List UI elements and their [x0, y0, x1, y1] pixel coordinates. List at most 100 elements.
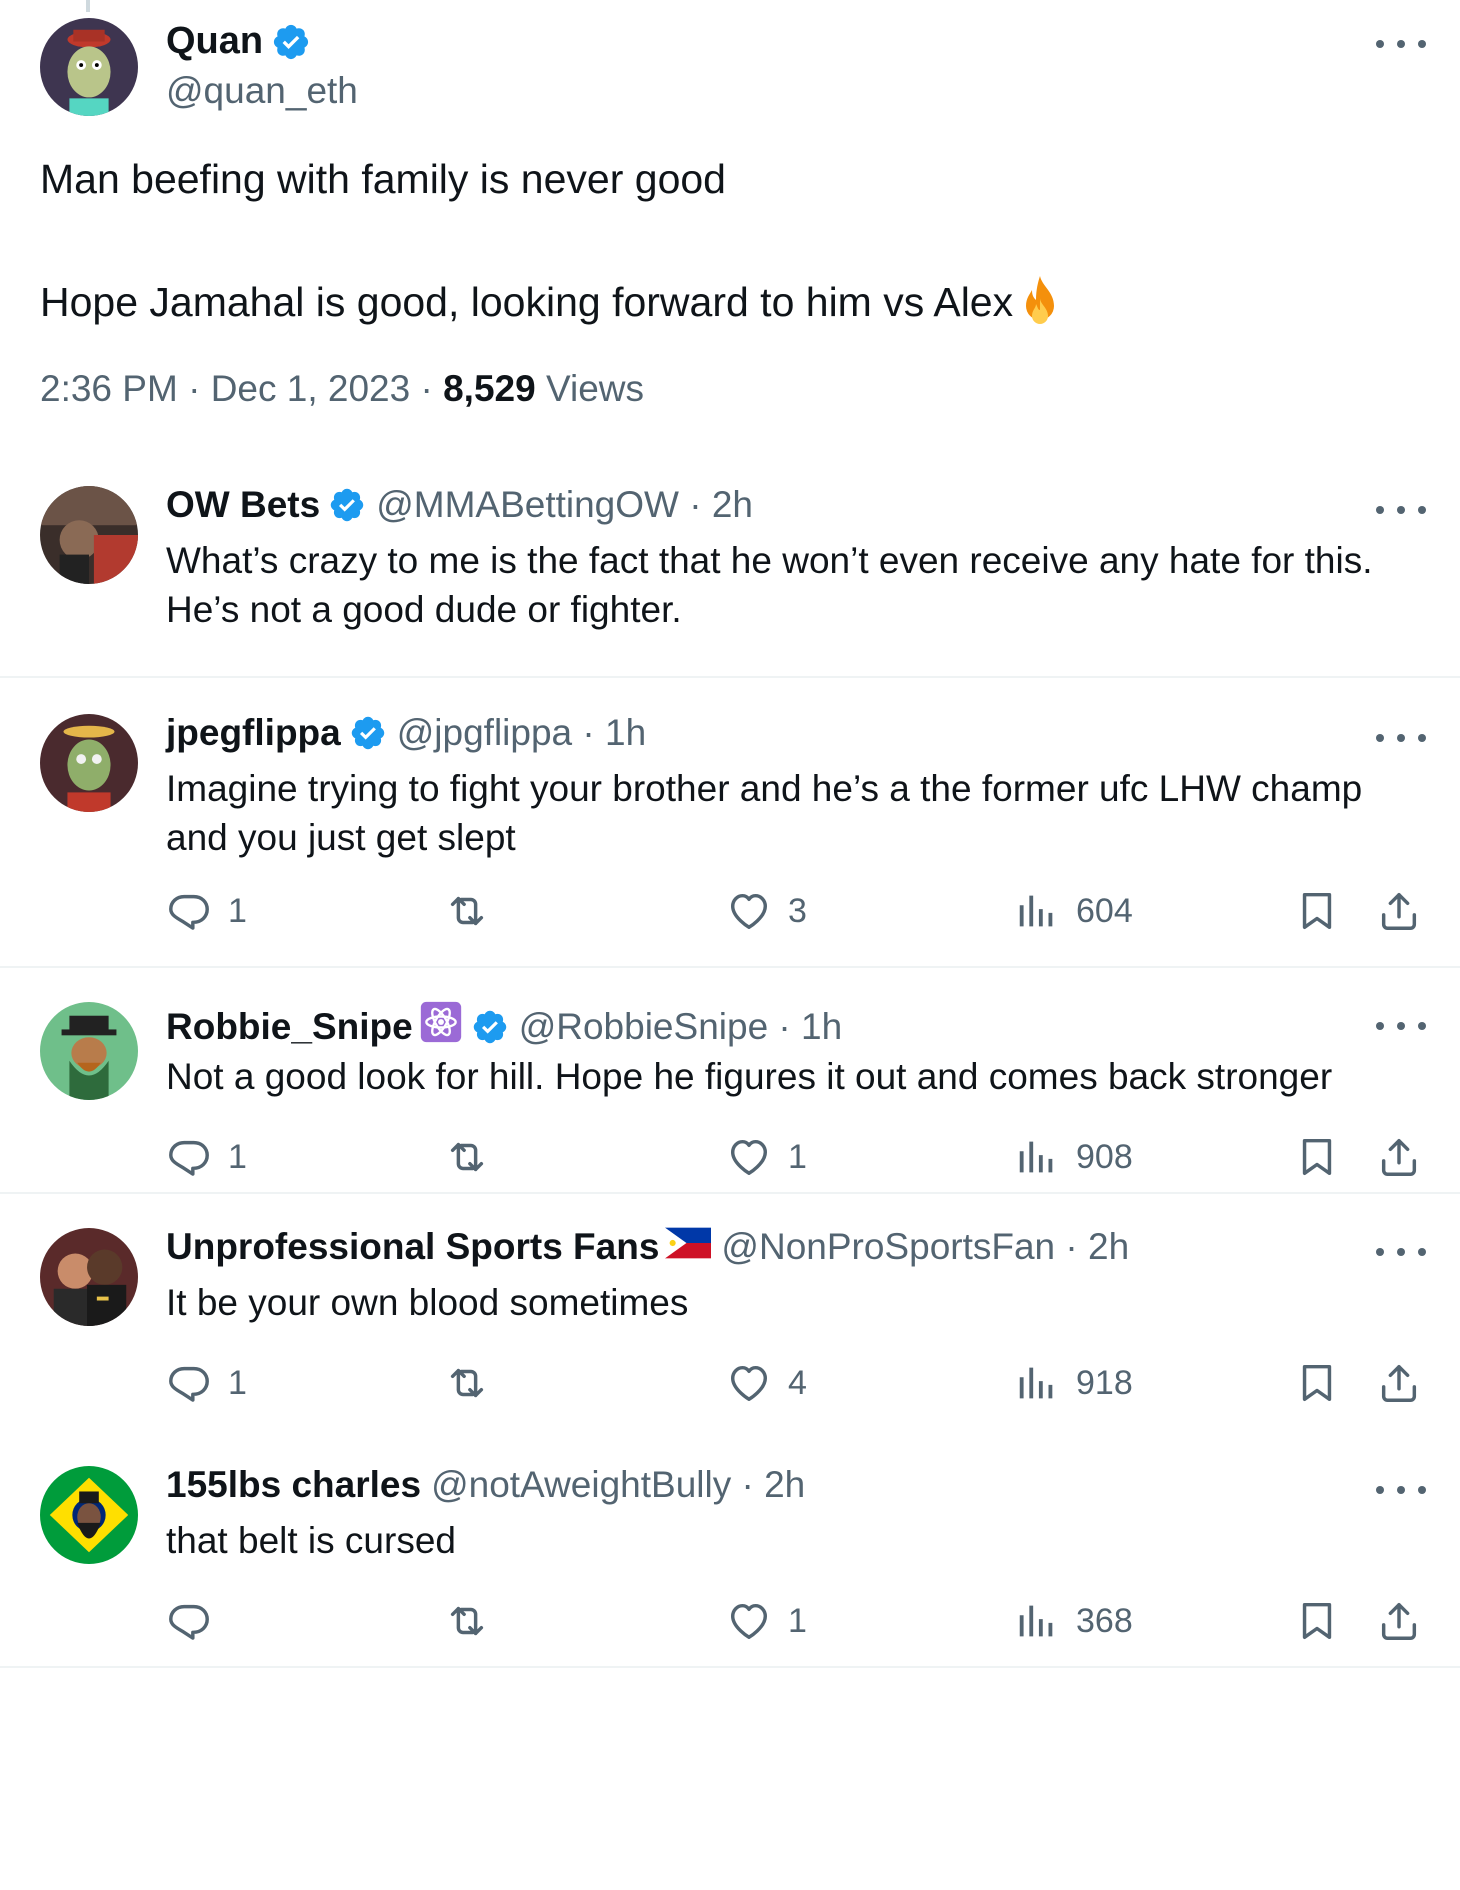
reply-count: 1: [228, 1137, 247, 1176]
views-count: 368: [1076, 1601, 1133, 1640]
more-icon[interactable]: [1376, 34, 1426, 54]
reply-count: 1: [228, 1363, 247, 1402]
share-button[interactable]: [1376, 1598, 1422, 1644]
heart-icon: [726, 1134, 772, 1180]
display-name[interactable]: Robbie_Snipe: [166, 1006, 413, 1048]
user-handle[interactable]: @MMABettingOW · 2h: [376, 484, 753, 526]
verified-badge-icon[interactable]: [328, 486, 366, 524]
reply-text: It be your own blood sometimes: [166, 1282, 689, 1323]
bookmark-button[interactable]: [1294, 888, 1340, 934]
heart-icon: [726, 1360, 772, 1406]
philippines-flag-icon: [665, 1226, 712, 1268]
like-button[interactable]: 3: [726, 888, 807, 934]
tweet-text-line-1: Man beefing with family is never good: [40, 156, 726, 202]
divider: [0, 966, 1460, 968]
action-bar: 1 368: [166, 1598, 1426, 1648]
fire-emoji-icon: [1015, 274, 1065, 330]
user-handle[interactable]: @jpgflippa · 1h: [397, 712, 646, 754]
reply-text: What’s crazy to me is the fact that he w…: [166, 540, 1373, 630]
like-button[interactable]: 1: [726, 1598, 807, 1644]
views-icon: [1014, 1134, 1060, 1180]
action-bar: 1 4 918: [166, 1360, 1426, 1410]
views-count: 8,529: [443, 368, 536, 409]
user-handle[interactable]: @notAweightBully · 2h: [431, 1464, 805, 1506]
avatar[interactable]: [40, 714, 138, 812]
reply-button[interactable]: 1: [166, 1360, 247, 1406]
more-icon[interactable]: [1376, 1016, 1426, 1036]
reply-button[interactable]: 1: [166, 888, 247, 934]
user-handle[interactable]: @RobbieSnipe · 1h: [519, 1006, 842, 1048]
like-button[interactable]: 4: [726, 1360, 807, 1406]
bookmark-button[interactable]: [1294, 1360, 1340, 1406]
bookmark-icon: [1294, 1360, 1340, 1406]
display-name[interactable]: Quan: [166, 20, 263, 63]
heart-icon: [726, 888, 772, 934]
share-button[interactable]: [1376, 1360, 1422, 1406]
divider: [0, 1192, 1460, 1194]
like-button[interactable]: 1: [726, 1134, 807, 1180]
reply-tweet[interactable]: 155lbs charles @notAweightBully · 2h tha…: [0, 1444, 1460, 1666]
views-button[interactable]: 368: [1014, 1598, 1133, 1644]
reply-button[interactable]: 1: [166, 1134, 247, 1180]
avatar[interactable]: [40, 1002, 138, 1100]
retweet-button[interactable]: [444, 1598, 506, 1644]
verified-badge-icon[interactable]: [471, 1008, 509, 1046]
tweet-time[interactable]: 2:36 PM: [40, 368, 178, 409]
views-button[interactable]: 918: [1014, 1360, 1133, 1406]
reply-button[interactable]: [166, 1598, 228, 1644]
more-icon[interactable]: [1376, 1242, 1426, 1262]
like-count: 1: [788, 1137, 807, 1176]
user-handle[interactable]: @NonProSportsFan · 2h: [721, 1226, 1129, 1268]
display-name[interactable]: jpegflippa: [166, 712, 341, 754]
share-icon: [1376, 1134, 1422, 1180]
more-icon[interactable]: [1376, 1480, 1426, 1500]
reply-icon: [166, 1134, 212, 1180]
display-name[interactable]: 155lbs charles: [166, 1464, 421, 1506]
reply-tweet[interactable]: jpegflippa @jpgflippa · 1h Imagine tryin…: [0, 692, 1460, 954]
views-icon: [1014, 888, 1060, 934]
more-icon[interactable]: [1376, 500, 1426, 520]
retweet-button[interactable]: [444, 1134, 506, 1180]
reply-tweet[interactable]: Robbie_Snipe @RobbieSnipe · 1h Not a goo…: [0, 980, 1460, 1202]
tweet-date[interactable]: Dec 1, 2023: [211, 368, 411, 409]
heart-icon: [726, 1598, 772, 1644]
reply-count: 1: [228, 891, 247, 930]
avatar[interactable]: [40, 18, 138, 116]
divider: [0, 1666, 1460, 1668]
views-count: 604: [1076, 891, 1133, 930]
views-button[interactable]: 908: [1014, 1134, 1133, 1180]
avatar[interactable]: [40, 1466, 138, 1564]
retweet-icon: [444, 1360, 490, 1406]
divider: [0, 676, 1460, 678]
display-name[interactable]: OW Bets: [166, 484, 320, 526]
like-count: 3: [788, 891, 807, 930]
display-name[interactable]: Unprofessional Sports Fans: [166, 1226, 659, 1268]
views-button[interactable]: 604: [1014, 888, 1133, 934]
views-count: 918: [1076, 1363, 1133, 1402]
bookmark-icon: [1294, 1134, 1340, 1180]
like-count: 1: [788, 1601, 807, 1640]
action-bar: 1 1 908: [166, 1134, 1426, 1184]
tweet-text-line-2: Hope Jamahal is good, looking forward to…: [40, 274, 1065, 330]
retweet-icon: [444, 1598, 490, 1644]
user-handle[interactable]: @quan_eth: [166, 70, 358, 112]
reply-tweet[interactable]: Unprofessional Sports Fans @NonProSports…: [0, 1206, 1460, 1428]
tweet-text: Hope Jamahal is good, looking forward to…: [40, 278, 1014, 325]
reply-tweet[interactable]: OW Bets @MMABettingOW · 2h What’s crazy …: [0, 464, 1460, 676]
share-icon: [1376, 1360, 1422, 1406]
verified-badge-icon[interactable]: [349, 714, 387, 752]
verified-badge-icon[interactable]: [271, 22, 311, 62]
bookmark-button[interactable]: [1294, 1598, 1340, 1644]
more-icon[interactable]: [1376, 728, 1426, 748]
bookmark-button[interactable]: [1294, 1134, 1340, 1180]
retweet-button[interactable]: [444, 888, 506, 934]
avatar[interactable]: [40, 1228, 138, 1326]
reply-icon: [166, 1598, 212, 1644]
share-button[interactable]: [1376, 888, 1422, 934]
retweet-button[interactable]: [444, 1360, 506, 1406]
share-button[interactable]: [1376, 1134, 1422, 1180]
avatar[interactable]: [40, 486, 138, 584]
like-count: 4: [788, 1363, 807, 1402]
views-count: 908: [1076, 1137, 1133, 1176]
bookmark-icon: [1294, 1598, 1340, 1644]
